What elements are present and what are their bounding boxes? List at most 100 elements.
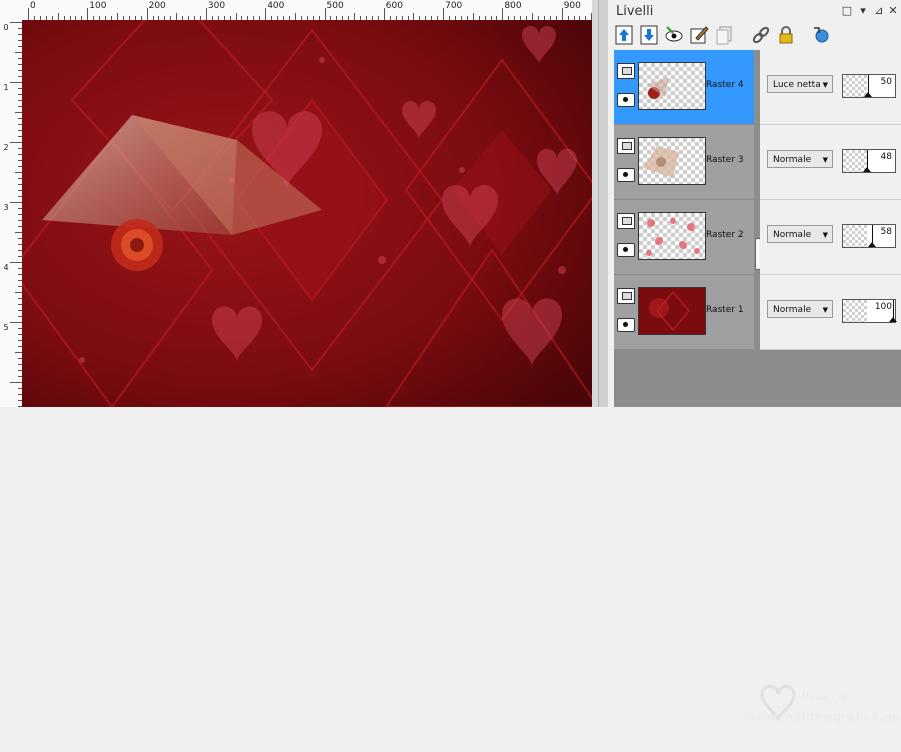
blend-mode-value: Normale — [773, 230, 812, 240]
menu-chevron-icon[interactable]: ▾ — [856, 4, 870, 18]
layer-group-icon[interactable] — [617, 213, 635, 229]
ruler-label: 600 — [385, 1, 403, 11]
opacity-handle-icon[interactable] — [889, 317, 897, 322]
ruler-tick — [87, 8, 89, 20]
blend-mode-value: Luce netta — [773, 80, 821, 90]
layer-group-icon[interactable] — [617, 288, 635, 304]
vertical-ruler: 0 1 2 3 4 5 — [0, 20, 23, 407]
layer-thumbnail[interactable] — [638, 212, 706, 260]
eye-icon[interactable] — [617, 168, 635, 182]
layer-thumbnail[interactable] — [638, 137, 706, 185]
dropdown-arrow-icon: ▼ — [822, 231, 828, 239]
ruler-tick — [324, 8, 326, 20]
opacity-handle-icon[interactable] — [863, 167, 871, 172]
opacity-slider[interactable]: 100 — [842, 299, 897, 323]
layer-name[interactable]: Raster 4 — [706, 80, 744, 90]
opacity-handle-icon[interactable] — [868, 242, 876, 247]
ruler-tick — [294, 13, 296, 20]
ruler-tick — [235, 13, 237, 20]
ruler-label: 700 — [445, 1, 463, 11]
ruler-tick — [146, 8, 148, 20]
move-down-layer-icon[interactable] — [638, 24, 660, 46]
layer-group-icon[interactable] — [617, 138, 635, 154]
blend-mode-dropdown[interactable]: Luce netta ▼ — [767, 75, 833, 93]
layer-group-icon[interactable] — [617, 63, 635, 79]
canvas-artwork — [22, 20, 598, 407]
ruler-tick — [10, 322, 22, 323]
close-icon[interactable]: ✕ — [886, 4, 900, 18]
blend-mode-dropdown[interactable]: Normale ▼ — [767, 300, 833, 318]
link-layers-icon[interactable] — [750, 24, 772, 46]
ruler-tick — [383, 8, 385, 20]
eye-icon[interactable] — [617, 318, 635, 332]
opacity-value: 100 — [874, 302, 892, 312]
layers-palette: Livelli □ ▾ ⊿ ✕ Raster 4 Raster 3 Raster 2… — [608, 0, 901, 724]
ruler-tick — [10, 202, 22, 203]
lock-layer-icon[interactable] — [775, 24, 797, 46]
image-canvas[interactable] — [22, 20, 598, 407]
duplicate-layer-icon[interactable] — [713, 24, 735, 46]
layer-props-row: Normale ▼ 48 — [760, 125, 901, 200]
ruler-label: 300 — [207, 1, 226, 11]
ruler-tick — [15, 52, 22, 53]
ruler-tick — [502, 8, 504, 20]
pin-icon[interactable]: ⊿ — [872, 4, 886, 18]
ruler-tick — [265, 8, 267, 20]
ruler-tick — [15, 172, 22, 173]
refresh-layer-icon[interactable] — [810, 24, 832, 46]
move-up-layer-icon[interactable] — [613, 24, 635, 46]
blend-mode-value: Normale — [773, 305, 812, 315]
eye-icon[interactable] — [617, 243, 635, 257]
opacity-slider[interactable]: 48 — [842, 149, 896, 173]
dropdown-arrow-icon: ▼ — [822, 306, 828, 314]
opacity-checker — [843, 300, 867, 322]
layer-props-row: Normale ▼ 100 — [760, 275, 901, 350]
layer-props-row: Normale ▼ 58 — [760, 200, 901, 275]
layer-row[interactable]: Raster 1 — [614, 275, 754, 350]
ruler-tick — [205, 8, 207, 20]
opacity-marker — [867, 150, 868, 168]
palette-title: Livelli — [616, 4, 654, 19]
layer-row[interactable]: Raster 2 — [614, 200, 754, 275]
opacity-value: 58 — [880, 227, 892, 237]
layer-name[interactable]: Raster 1 — [706, 305, 744, 315]
layer-props-row: Luce netta ▼ 50 — [760, 50, 901, 125]
layer-name[interactable]: Raster 3 — [706, 155, 744, 165]
opacity-checker — [843, 225, 867, 247]
visibility-toggle-icon[interactable] — [663, 24, 685, 46]
ruler-label: 500 — [326, 1, 344, 11]
eye-icon[interactable] — [617, 93, 635, 107]
ruler-label: 5 — [3, 323, 9, 332]
ruler-tick — [532, 13, 534, 20]
ruler-tick — [413, 13, 415, 20]
blend-mode-dropdown[interactable]: Normale ▼ — [767, 150, 833, 168]
layer-name[interactable]: Raster 2 — [706, 230, 744, 240]
ruler-label: 200 — [148, 1, 166, 11]
ruler-label: 2 — [3, 143, 9, 152]
ruler-label: 400 — [267, 1, 285, 11]
opacity-handle-icon[interactable] — [864, 92, 872, 97]
dropdown-arrow-icon: ▼ — [822, 156, 828, 164]
maximize-icon[interactable]: □ — [840, 4, 854, 18]
opacity-slider[interactable]: 50 — [842, 74, 896, 98]
ruler-label: 4 — [3, 263, 9, 272]
ruler-tick — [10, 262, 22, 263]
ruler-label: 800 — [504, 1, 522, 11]
layer-thumbnail[interactable] — [638, 62, 706, 110]
layer-row[interactable]: Raster 4 — [614, 50, 754, 125]
ruler-tick — [472, 13, 474, 20]
ruler-label: 100 — [89, 1, 107, 11]
opacity-value: 48 — [880, 152, 892, 162]
empty-layer-area: Pinuccia www.maidiregrafica.eu — [614, 350, 901, 724]
opacity-slider[interactable]: 58 — [842, 224, 896, 248]
ruler-label: 0 — [3, 23, 9, 32]
edit-layer-icon[interactable] — [688, 24, 710, 46]
ruler-tick — [15, 292, 22, 293]
blend-mode-dropdown[interactable]: Normale ▼ — [767, 225, 833, 243]
ruler-label: 1 — [3, 83, 9, 92]
layer-row[interactable]: Raster 3 — [614, 125, 754, 200]
ruler-tick — [10, 82, 22, 83]
layer-properties: Luce netta ▼ 50 Normale ▼ 48 Normale ▼ 58 Normale… — [760, 50, 901, 350]
layer-thumbnail[interactable] — [638, 287, 706, 335]
layers-toolbar — [608, 22, 901, 48]
